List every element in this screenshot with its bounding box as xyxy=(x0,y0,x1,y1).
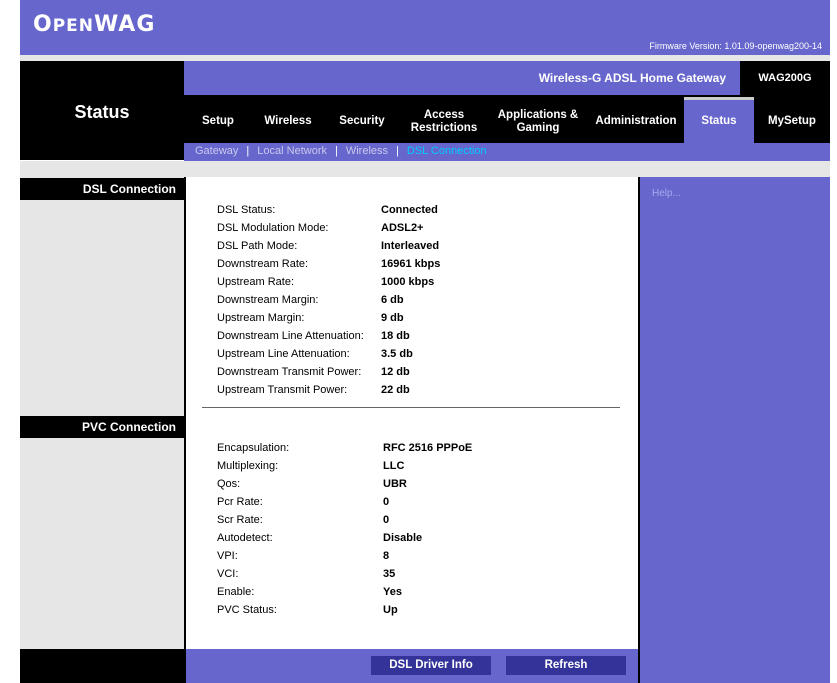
field-value: 1000 kbps xyxy=(381,276,435,288)
field-label: Upstream Transmit Power: xyxy=(217,384,348,396)
field-value: RFC 2516 PPPoE xyxy=(383,442,473,454)
field-value: LLC xyxy=(383,460,405,472)
tab-status[interactable]: Status xyxy=(684,100,754,143)
subnav-separator: | xyxy=(334,145,338,157)
tab-label: Security xyxy=(339,115,385,127)
content-panel: DSL Status: Connected DSL Modulation Mode… xyxy=(184,167,638,649)
tab-applications-gaming[interactable]: Applications & Gaming xyxy=(488,100,588,143)
field-label: Multiplexing: xyxy=(217,460,279,472)
subnav-separator: | xyxy=(396,145,399,157)
field-value: UBR xyxy=(383,478,407,490)
field-label: Downstream Rate: xyxy=(217,258,309,270)
tab-label: Setup xyxy=(202,115,234,127)
dsl-driver-info-button[interactable]: DSL Driver Info xyxy=(371,656,491,675)
section-title-panel: Status xyxy=(20,61,184,160)
page-title: Status xyxy=(74,102,130,122)
openwag-logo: OPENWAG xyxy=(33,12,156,37)
field-value: 12 db xyxy=(381,366,410,378)
section-heading-pvc: PVC Connection xyxy=(20,416,184,438)
tab-access-restrictions[interactable]: Access Restrictions xyxy=(400,100,488,143)
tab-label: Status xyxy=(701,115,737,127)
field-value: 9 db xyxy=(381,312,404,324)
tab-label: Wireless xyxy=(264,115,312,127)
product-name: Wireless-G ADSL Home Gateway xyxy=(538,71,726,85)
product-bar: Wireless-G ADSL Home Gateway xyxy=(184,61,740,95)
field-label: Upstream Line Attenuation: xyxy=(217,348,350,360)
active-tab-indicator xyxy=(684,97,754,100)
tab-label: Administration xyxy=(595,115,677,127)
field-value: Yes xyxy=(383,586,402,598)
field-label: Pcr Rate: xyxy=(217,496,263,508)
field-label: Downstream Line Attenuation: xyxy=(217,330,364,342)
subnav-separator: | xyxy=(246,145,250,157)
tab-wireless[interactable]: Wireless xyxy=(252,100,324,143)
tab-mysetup[interactable]: MySetup xyxy=(754,100,830,143)
field-label: DSL Path Mode: xyxy=(217,240,298,252)
field-label: Qos: xyxy=(217,478,241,490)
subnav-local-network[interactable]: Local Network xyxy=(257,145,327,157)
sub-nav: Gateway | Local Network | Wireless | DSL Conne… xyxy=(184,143,830,161)
refresh-button[interactable]: Refresh xyxy=(506,656,626,675)
section-heading-dsl: DSL Connection xyxy=(20,178,184,200)
tab-administration[interactable]: Administration xyxy=(588,100,684,143)
field-value: 0 xyxy=(383,496,390,508)
subnav-wireless[interactable]: Wireless xyxy=(346,145,388,157)
field-label: DSL Modulation Mode: xyxy=(217,222,329,234)
field-label: VCI: xyxy=(217,568,239,580)
field-label: Downstream Transmit Power: xyxy=(217,366,362,378)
field-label: Scr Rate: xyxy=(217,514,263,526)
field-label: Enable: xyxy=(217,586,255,598)
tab-label: Applications & Gaming xyxy=(497,108,579,134)
field-value: 22 db xyxy=(381,384,410,396)
field-value: Connected xyxy=(381,204,438,216)
help-border xyxy=(638,177,640,683)
tab-label: MySetup xyxy=(768,115,816,127)
field-label: Upstream Margin: xyxy=(217,312,305,324)
field-label: PVC Status: xyxy=(217,604,277,616)
help-top-strip xyxy=(638,167,830,177)
content-top-strip xyxy=(184,167,638,177)
section-divider xyxy=(202,407,620,408)
help-panel xyxy=(638,167,830,683)
field-label: Downstream Margin: xyxy=(217,294,319,306)
field-value: 8 xyxy=(383,550,390,562)
field-value: Disable xyxy=(383,532,423,544)
header-bar: OPENWAG Firmware Version: 1.01.09-openwa… xyxy=(20,0,830,55)
firmware-version: Firmware Version: 1.01.09-openwag200-14 xyxy=(649,41,822,51)
field-value: 0 xyxy=(383,514,390,526)
field-value: ADSL2+ xyxy=(381,222,424,234)
field-label: Encapsulation: xyxy=(217,442,290,454)
help-link[interactable]: Help... xyxy=(652,188,681,199)
left-column xyxy=(20,167,184,649)
footer-left xyxy=(20,649,184,683)
field-value: Interleaved xyxy=(381,240,440,252)
field-value: 3.5 db xyxy=(381,348,413,360)
field-label: DSL Status: xyxy=(217,204,276,216)
tab-security[interactable]: Security xyxy=(324,100,400,143)
field-label: Autodetect: xyxy=(217,532,273,544)
field-label: Upstream Rate: xyxy=(217,276,295,288)
tab-setup[interactable]: Setup xyxy=(184,100,252,143)
main-nav: Setup Wireless Security Access Restricti… xyxy=(184,100,830,143)
field-value: Up xyxy=(383,604,398,616)
field-value: 6 db xyxy=(381,294,404,306)
subnav-dsl-connection[interactable]: DSL Connection xyxy=(407,145,487,157)
field-value: 16961 kbps xyxy=(381,258,441,270)
field-value: 35 xyxy=(383,568,396,580)
field-value: 18 db xyxy=(381,330,410,342)
model-name: WAG200G xyxy=(740,61,830,95)
tab-label: Access Restrictions xyxy=(410,108,478,134)
subnav-gateway[interactable]: Gateway xyxy=(195,145,238,157)
field-label: VPI: xyxy=(217,550,238,562)
